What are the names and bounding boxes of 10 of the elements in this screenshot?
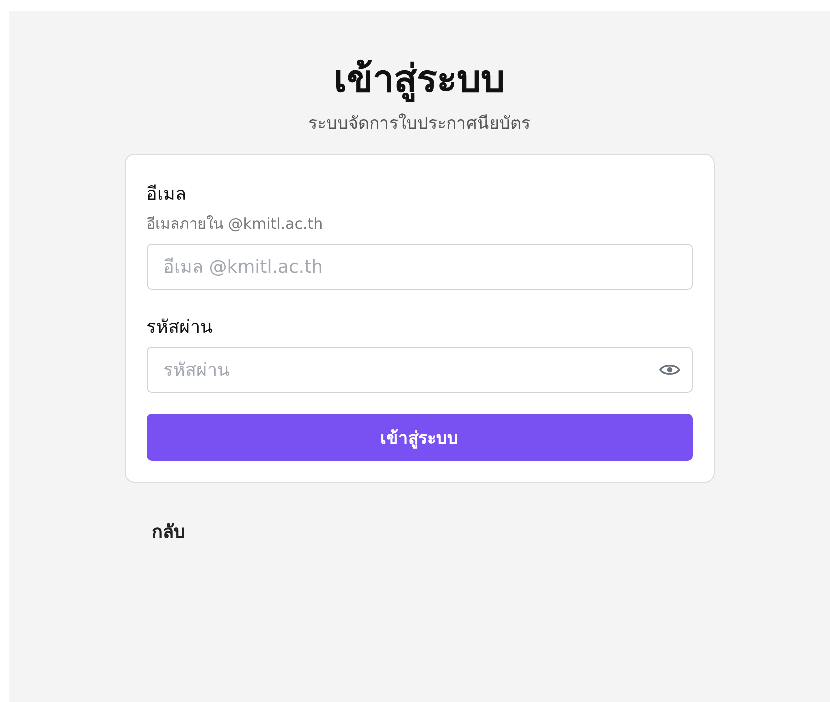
back-link[interactable]: กลับ [152, 517, 185, 546]
field-hint: อีเมลภายใน @kmitl.ac.th [146, 214, 324, 235]
field-label: รหัสผ่าน [146, 316, 214, 340]
login-button[interactable]: เข้าสู่ระบบ [146, 414, 692, 461]
page-title: เข้าสู่ระบบ [334, 57, 505, 101]
password-field[interactable]: รหัสผ่าน [146, 347, 692, 393]
field-label: อีเมล [146, 183, 188, 207]
page-subtitle: ระบบจัดการใบประกาศนียบัตร [308, 112, 530, 136]
email-field[interactable]: อีเมล @kmitl.ac.th [146, 244, 692, 290]
eye-icon[interactable] [658, 363, 680, 377]
